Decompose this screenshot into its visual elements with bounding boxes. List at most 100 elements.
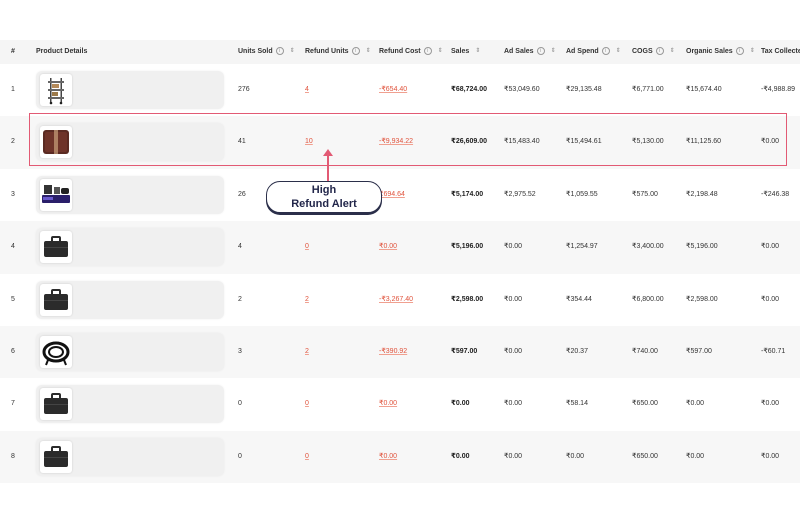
cell-sales: ₹597.00	[451, 347, 478, 355]
cell-sales: ₹5,196.00	[451, 243, 484, 251]
col-organic-sales[interactable]: Organic Sales i ⇕	[686, 40, 755, 64]
cell-tax-collected: -₹4,988.89	[761, 86, 796, 93]
product-card[interactable]	[36, 175, 224, 214]
sort-icon[interactable]: ⇕	[750, 48, 755, 54]
cell-units-sold: 0	[238, 400, 242, 408]
cell-tax-collected: ₹0.00	[761, 400, 780, 408]
cell-units-sold: 3	[238, 347, 242, 355]
col-sales[interactable]: Sales ⇕	[451, 40, 480, 64]
col-units-sold[interactable]: Units Sold i ⇕	[238, 40, 295, 64]
cell-num: 5	[11, 295, 15, 303]
cell-refund-cost[interactable]: ₹0.00	[379, 431, 397, 483]
cell-num: 8	[11, 452, 15, 460]
info-icon[interactable]: i	[735, 47, 744, 56]
cell-ad-sales: ₹53,049.60	[504, 86, 540, 93]
product-card[interactable]	[36, 228, 224, 267]
cell-refund-cost[interactable]: ₹694.64	[379, 169, 405, 221]
table-row[interactable]: 7 0 0 ₹0.00 ₹0.00 ₹0.00 ₹58.14 ₹650.00 ₹0.00 ₹0.0…	[0, 378, 800, 430]
cell-organic-sales: ₹15,674.40	[686, 86, 722, 93]
cell-refund-cost[interactable]: ₹0.00	[379, 378, 397, 430]
col-cogs-label: COGS	[632, 48, 653, 55]
cell-units-sold: 276	[238, 86, 250, 93]
cell-refund-units[interactable]: 2	[305, 274, 309, 326]
cell-tax-collected: ₹0.00	[761, 295, 780, 303]
col-ad-sales[interactable]: Ad Sales i ⇕	[504, 40, 556, 64]
sort-icon[interactable]: ⇕	[616, 48, 621, 54]
col-product-details: Product Details	[36, 48, 88, 55]
sort-icon[interactable]: ⇕	[290, 48, 295, 54]
cell-organic-sales: ₹2,598.00	[686, 295, 718, 303]
col-num: #	[11, 48, 15, 55]
sort-icon[interactable]: ⇕	[551, 48, 556, 54]
col-ad-spend[interactable]: Ad Spend i ⇕	[566, 40, 621, 64]
cell-ad-spend: ₹0.00	[566, 452, 585, 460]
cell-ad-sales: ₹0.00	[504, 400, 523, 408]
cell-refund-cost[interactable]: -₹390.92	[379, 326, 407, 378]
cell-ad-sales: ₹0.00	[504, 452, 523, 460]
cell-sales: ₹0.00	[451, 452, 470, 460]
col-refund-units-label: Refund Units	[305, 48, 349, 55]
product-card[interactable]	[36, 385, 224, 424]
sort-icon[interactable]: ⇕	[366, 48, 371, 54]
sort-icon[interactable]: ⇕	[475, 48, 480, 54]
cell-tax-collected: -₹246.38	[761, 190, 790, 198]
product-card[interactable]	[36, 437, 224, 476]
cell-sales: ₹2,598.00	[451, 295, 484, 303]
table-row[interactable]: 4 4 0 ₹0.00 ₹5,196.00 ₹0.00 ₹1,254.97 ₹3,400.00…	[0, 221, 800, 274]
cell-cogs: ₹650.00	[632, 400, 658, 408]
cell-units-sold: 0	[238, 452, 242, 460]
sort-icon[interactable]: ⇕	[438, 48, 443, 54]
col-cogs[interactable]: COGS i ⇕	[632, 40, 675, 64]
cell-num: 1	[11, 86, 15, 93]
info-icon[interactable]: i	[423, 47, 432, 56]
info-icon[interactable]: i	[601, 47, 610, 56]
info-icon[interactable]: i	[275, 47, 284, 56]
col-sales-label: Sales	[451, 48, 470, 55]
col-refund-units[interactable]: Refund Units i ⇕	[305, 40, 371, 64]
callout-line1: High	[311, 184, 337, 196]
cell-refund-units[interactable]: 0	[305, 431, 309, 483]
info-icon[interactable]: i	[351, 47, 360, 56]
cell-cogs: ₹6,771.00	[632, 86, 664, 93]
briefcase-icon	[40, 283, 72, 316]
info-icon[interactable]: i	[655, 47, 664, 56]
col-organic-sales-label: Organic Sales	[686, 48, 733, 55]
table-row[interactable]: 8 0 0 ₹0.00 ₹0.00 ₹0.00 ₹0.00 ₹650.00 ₹0.00 ₹0.00	[0, 430, 800, 484]
cell-ad-spend: ₹20.37	[566, 347, 588, 355]
cell-num: 6	[11, 347, 15, 355]
callout-arrow-head	[323, 149, 333, 156]
briefcase-icon	[40, 231, 72, 264]
cell-units-sold: 4	[238, 243, 242, 251]
gaming-set-icon	[40, 178, 72, 211]
cell-sales: ₹5,174.00	[451, 190, 484, 198]
cell-organic-sales: ₹2,198.48	[686, 190, 718, 198]
cell-num: 7	[11, 400, 15, 408]
cell-refund-units[interactable]: 0	[305, 378, 309, 430]
col-tax-collected[interactable]: Tax Collected	[761, 40, 800, 64]
cell-refund-units[interactable]: 4	[305, 64, 309, 116]
col-refund-cost[interactable]: Refund Cost i ⇕	[379, 40, 443, 64]
cell-ad-sales: ₹0.00	[504, 243, 523, 251]
briefcase-icon	[40, 388, 72, 421]
cell-refund-units[interactable]: 2	[305, 326, 309, 378]
sort-icon[interactable]: ⇕	[670, 48, 675, 54]
cell-ad-sales: ₹2,975.52	[504, 190, 536, 198]
cell-cogs: ₹740.00	[632, 347, 658, 355]
table-row[interactable]: 6 3 2 -₹390.92 ₹597.00 ₹0.00 ₹20.37 ₹740.00 ₹597…	[0, 325, 800, 379]
table-row[interactable]: 1 276 4 -₹654.40 ₹68,724.00 ₹53,049.60 ₹29,135…	[0, 64, 800, 116]
table-row[interactable]: 3 26 ₹694.64 ₹5,174.00 ₹2,975.52 ₹1,059.55 ₹57…	[0, 169, 800, 221]
cell-units-sold: 2	[238, 295, 242, 303]
info-icon[interactable]: i	[536, 47, 545, 56]
cell-tax-collected: -₹60.71	[761, 347, 786, 355]
product-card[interactable]	[36, 332, 224, 371]
cell-num: 4	[11, 243, 15, 251]
product-card[interactable]	[36, 280, 224, 319]
cell-refund-cost[interactable]: ₹0.00	[379, 221, 397, 273]
table-row[interactable]: 5 2 2 -₹3,267.40 ₹2,598.00 ₹0.00 ₹354.44 ₹6,800…	[0, 274, 800, 326]
cell-refund-cost[interactable]: -₹3,267.40	[379, 274, 413, 326]
product-card[interactable]	[36, 71, 224, 109]
table-header: # Product Details Units Sold i ⇕ Refund Un…	[0, 40, 800, 64]
cell-refund-cost[interactable]: -₹654.40	[379, 64, 407, 116]
cell-cogs: ₹6,800.00	[632, 295, 664, 303]
cell-refund-units[interactable]: 0	[305, 221, 309, 273]
